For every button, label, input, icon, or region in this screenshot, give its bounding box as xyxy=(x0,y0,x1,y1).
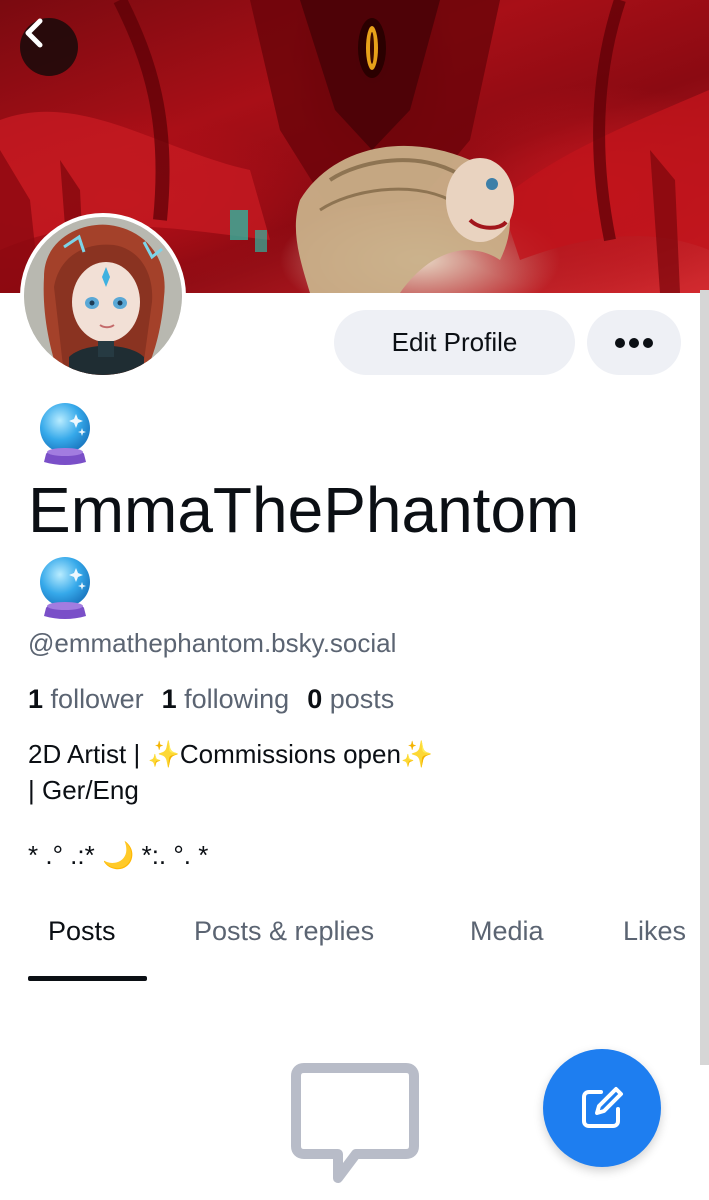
profile-tabs: Posts Posts & replies Media Likes xyxy=(0,906,709,986)
decor-left: * .° .:* xyxy=(28,840,102,870)
following-count: 1 xyxy=(161,684,177,714)
active-tab-indicator xyxy=(28,976,147,981)
chevron-left-icon xyxy=(25,18,43,48)
tab-posts-and-replies[interactable]: Posts & replies xyxy=(194,916,374,947)
scrollbar[interactable] xyxy=(700,290,709,1065)
edit-profile-button[interactable]: Edit Profile xyxy=(334,310,575,375)
followers-link[interactable]: 1 follower xyxy=(28,684,144,714)
profile-handle: @emmathephantom.bsky.social xyxy=(28,628,397,658)
compose-icon xyxy=(582,1087,623,1128)
display-name: EmmaThePhantom xyxy=(28,474,580,546)
posts-stat: 0 posts xyxy=(307,684,394,714)
ellipsis-icon xyxy=(615,337,653,348)
following-label: following xyxy=(184,684,290,714)
followers-label: follower xyxy=(50,684,144,714)
followers-count: 1 xyxy=(28,684,44,714)
tab-posts[interactable]: Posts xyxy=(48,916,116,947)
bio-languages: | Ger/Eng xyxy=(28,775,139,805)
sparkles-icon: ✨ xyxy=(147,739,180,769)
bio-commissions: Commissions open xyxy=(179,739,401,769)
posts-count: 0 xyxy=(307,684,323,714)
profile-bio: 2D Artist | ✨Commissions open✨ | Ger/Eng xyxy=(28,736,433,808)
avatar[interactable] xyxy=(20,213,186,379)
back-button[interactable] xyxy=(20,18,78,76)
following-link[interactable]: 1 following xyxy=(162,684,290,714)
avatar-image xyxy=(24,217,182,375)
crescent-moon-icon: 🌙 xyxy=(101,840,135,870)
crystal-ball-icon xyxy=(40,403,90,465)
profile-stats: 1 follower 1 following 0 posts xyxy=(28,684,394,715)
message-bubble-icon xyxy=(291,1063,419,1183)
compose-button[interactable] xyxy=(543,1049,661,1167)
posts-label: posts xyxy=(329,684,395,714)
tab-likes[interactable]: Likes xyxy=(623,916,686,947)
more-options-button[interactable] xyxy=(587,310,681,375)
bio-decoration: * .° .:* 🌙 *:. °. * xyxy=(28,840,208,871)
decor-right: *:. °. * xyxy=(134,840,209,870)
bio-prefix: 2D Artist | xyxy=(28,739,148,769)
crystal-ball-icon xyxy=(40,557,90,619)
tab-media[interactable]: Media xyxy=(470,916,544,947)
sparkles-icon: ✨ xyxy=(400,739,434,769)
